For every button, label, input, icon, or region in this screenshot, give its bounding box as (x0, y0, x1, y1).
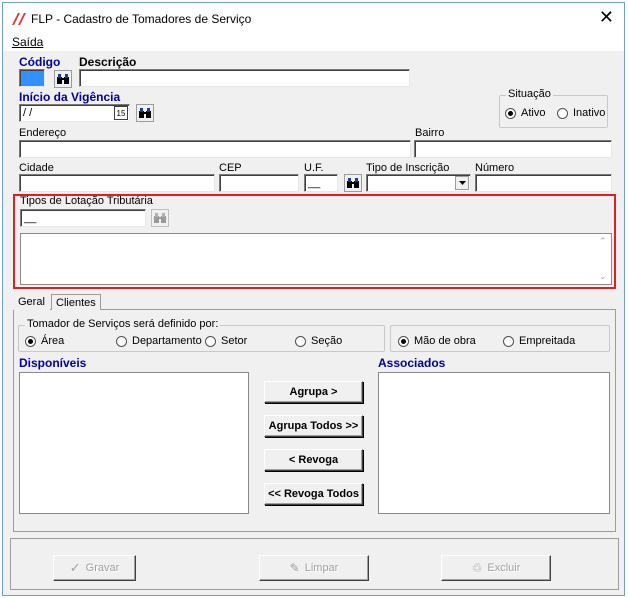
cep-label: CEP (219, 162, 242, 174)
codigo-search-button[interactable] (54, 70, 72, 88)
radio-unchecked-icon (503, 335, 514, 347)
uf-label: U.F. (304, 162, 324, 174)
lotacao-label: Tipos de Lotação Tributária (20, 195, 153, 207)
binoculars-icon (347, 178, 359, 188)
gravar-button-label: Gravar (85, 562, 120, 574)
uf-search-button[interactable] (344, 174, 362, 192)
cep-input[interactable] (219, 174, 299, 192)
binoculars-icon (154, 213, 166, 223)
tomador-setor-label: Setor (221, 335, 248, 347)
descricao-label: Descrição (79, 55, 137, 69)
tipo-mao-obra-label: Mão de obra (414, 335, 476, 347)
tomador-departamento-label: Departamento (132, 335, 202, 347)
gravar-button[interactable]: ✓ Gravar (53, 555, 136, 581)
cidade-input[interactable] (19, 174, 215, 192)
cidade-label: Cidade (19, 162, 54, 174)
main-window: FLP - Cadastro de Tomadores de Serviço ✕… (2, 2, 625, 596)
tipo-empreitada-label: Empreitada (519, 335, 576, 347)
situacao-inativo-label: Inativo (573, 107, 606, 119)
endereco-label: Endereço (19, 127, 67, 139)
tomador-secao-radio[interactable]: Seção (295, 335, 342, 347)
numero-label: Número (475, 162, 515, 174)
close-icon[interactable]: ✕ (599, 8, 614, 28)
radio-unchecked-icon (557, 107, 568, 119)
tab-geral[interactable]: Geral (13, 293, 50, 310)
tomador-area-label: Área (41, 335, 65, 347)
situacao-label: Situação (506, 88, 553, 100)
tomador-departamento-radio[interactable]: Departamento (116, 335, 202, 347)
tomador-secao-label: Seção (311, 335, 343, 347)
agrupa-button[interactable]: Agrupa > (264, 381, 363, 403)
situacao-ativo-label: Ativo (521, 107, 546, 119)
situacao-ativo-radio[interactable]: Ativo (505, 107, 545, 119)
trash-icon: ♲ (471, 561, 483, 575)
codigo-label: Código (19, 55, 61, 69)
radio-unchecked-icon (116, 335, 127, 347)
uf-input[interactable]: __ (304, 174, 338, 192)
situacao-inativo-radio[interactable]: Inativo (557, 107, 605, 119)
associados-label: Associados (378, 356, 446, 370)
excluir-button-label: Excluir (487, 562, 521, 574)
endereco-input[interactable] (19, 140, 411, 158)
disponiveis-label: Disponíveis (19, 356, 87, 370)
binoculars-icon (139, 108, 151, 118)
binoculars-icon (57, 74, 69, 84)
tomador-group-label: Tomador de Serviços será definido por: (25, 318, 221, 330)
lotacao-search-button[interactable] (151, 209, 169, 227)
radio-checked-icon (505, 107, 516, 119)
app-logo-icon (12, 13, 26, 25)
chevron-down-icon[interactable] (455, 176, 469, 190)
limpar-button[interactable]: ✎ Limpar (259, 555, 369, 581)
radio-checked-icon (398, 335, 409, 347)
scroll-down-icon[interactable]: ⌄ (599, 271, 607, 282)
bairro-label: Bairro (415, 127, 445, 139)
window-title: FLP - Cadastro de Tomadores de Serviço (31, 12, 252, 26)
agrupa-todos-button[interactable]: Agrupa Todos >> (264, 415, 363, 437)
tipo-mao-obra-radio[interactable]: Mão de obra (398, 335, 476, 347)
menu-bar: Saída (3, 33, 624, 51)
check-icon: ✓ (69, 560, 81, 575)
associados-list[interactable] (378, 372, 610, 514)
descricao-input[interactable] (79, 69, 410, 87)
tipo-empreitada-radio[interactable]: Empreitada (503, 335, 575, 347)
excluir-button[interactable]: ♲ Excluir (441, 555, 551, 581)
limpar-button-label: Limpar (304, 562, 339, 574)
bairro-input[interactable] (414, 140, 612, 158)
eraser-icon: ✎ (289, 561, 300, 575)
menu-saida-label: Saída (12, 35, 44, 49)
radio-unchecked-icon (205, 335, 216, 347)
disponiveis-list[interactable] (19, 372, 249, 514)
scroll-up-icon[interactable]: ⌃ (599, 236, 607, 247)
lotacao-input[interactable]: __ (20, 209, 146, 227)
lotacao-memo[interactable] (20, 233, 612, 285)
tab-clientes[interactable]: Clientes (51, 294, 101, 310)
title-bar: FLP - Cadastro de Tomadores de Serviço ✕ (3, 3, 624, 33)
revoga-todos-button[interactable]: << Revoga Todos (264, 483, 363, 505)
inicio-vigencia-label: Início da Vigência (19, 90, 121, 104)
menu-saida[interactable]: Saída (12, 35, 43, 49)
tipo-inscricao-label: Tipo de Inscrição (366, 162, 450, 174)
vigencia-search-button[interactable] (136, 104, 154, 122)
revoga-button[interactable]: < Revoga (264, 449, 363, 471)
radio-checked-icon (25, 335, 36, 347)
numero-input[interactable] (475, 174, 612, 192)
tomador-area-radio[interactable]: Área (25, 335, 64, 347)
calendar-icon[interactable]: 15 (114, 106, 128, 120)
radio-unchecked-icon (295, 335, 306, 347)
codigo-input[interactable] (19, 69, 45, 87)
tomador-setor-radio[interactable]: Setor (205, 335, 247, 347)
